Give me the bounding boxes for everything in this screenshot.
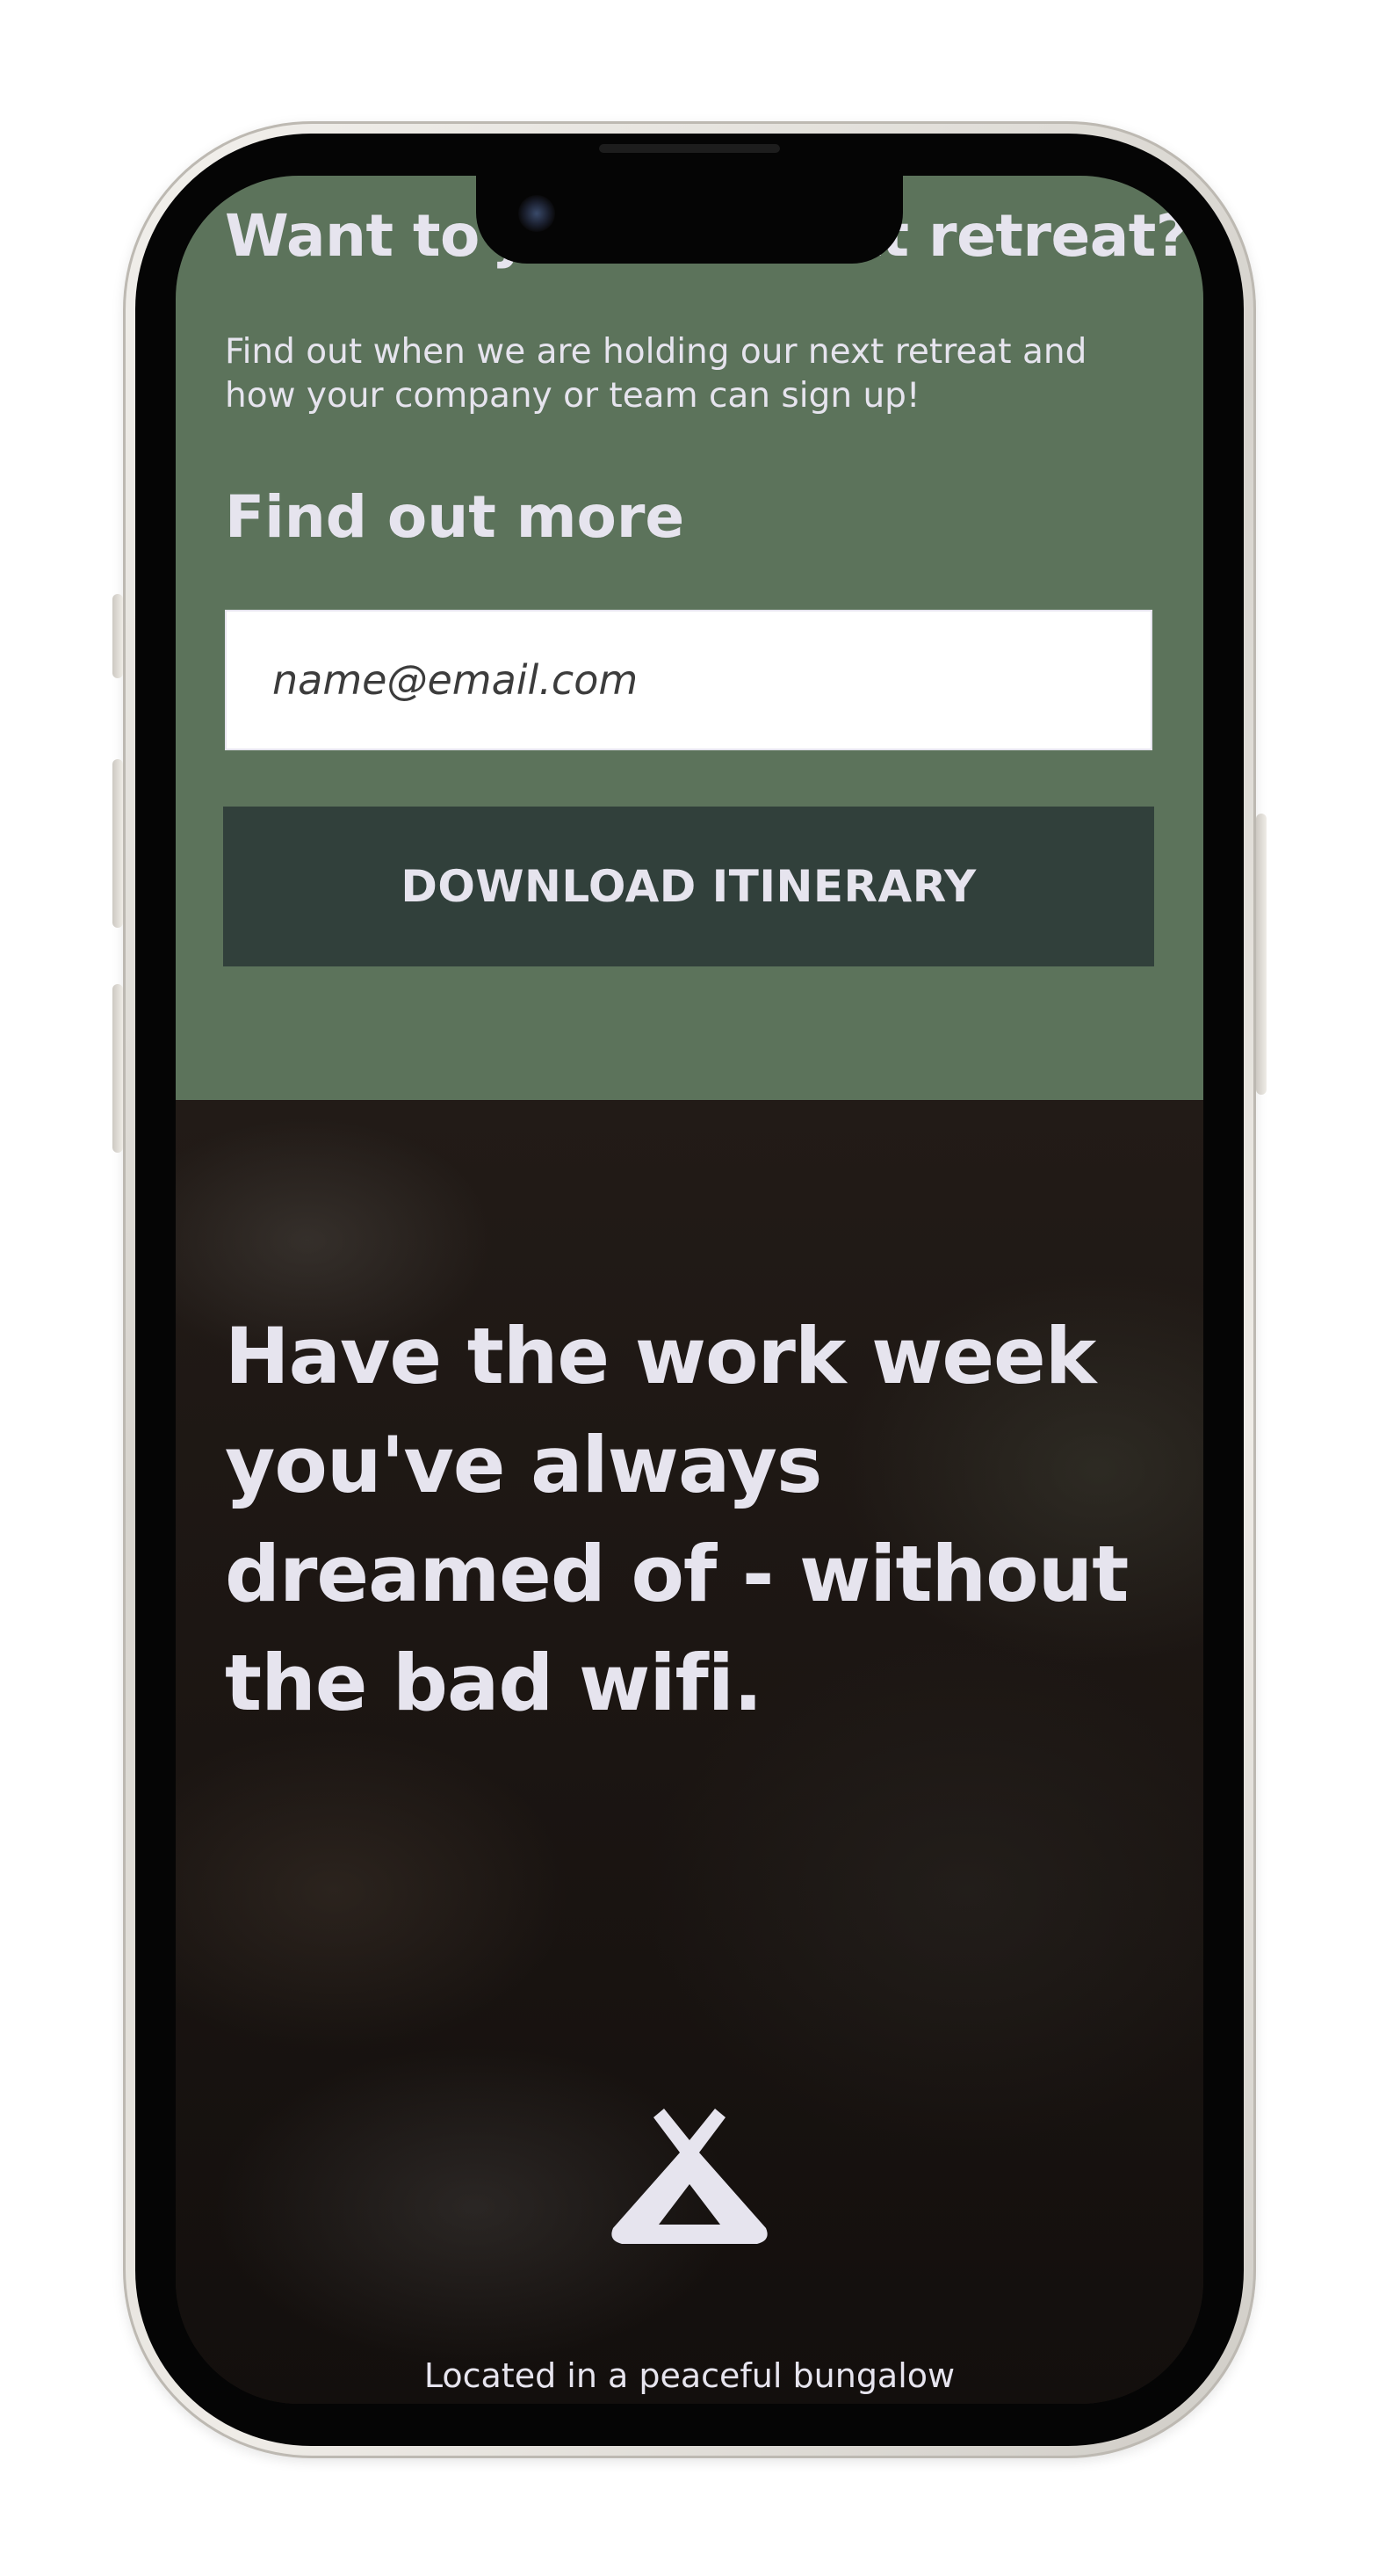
tent-icon bbox=[611, 2109, 768, 2244]
power-button bbox=[1256, 814, 1267, 1095]
front-camera bbox=[518, 195, 555, 232]
hero-heading: Have the work week you've always dreamed… bbox=[225, 1311, 1129, 1728]
location-text: Located in a peaceful bungalow outside o… bbox=[393, 2356, 986, 2404]
mute-switch bbox=[112, 594, 123, 678]
signup-description: Find out when we are holding our next re… bbox=[225, 332, 1087, 416]
phone-screen: Want to join the next retreat? Find out … bbox=[176, 176, 1203, 2404]
volume-down-button bbox=[112, 984, 123, 1153]
earpiece-speaker bbox=[599, 144, 780, 153]
signup-section: Want to join the next retreat? Find out … bbox=[176, 176, 1203, 1100]
hero-section: Have the work week you've always dreamed… bbox=[176, 1100, 1203, 2404]
download-itinerary-button[interactable]: DOWNLOAD ITINERARY bbox=[223, 807, 1154, 966]
volume-up-button bbox=[112, 759, 123, 928]
find-out-more-heading: Find out more bbox=[225, 483, 685, 551]
email-input[interactable] bbox=[225, 610, 1152, 750]
page-canvas: Want to join the next retreat? Find out … bbox=[0, 0, 1379, 2576]
